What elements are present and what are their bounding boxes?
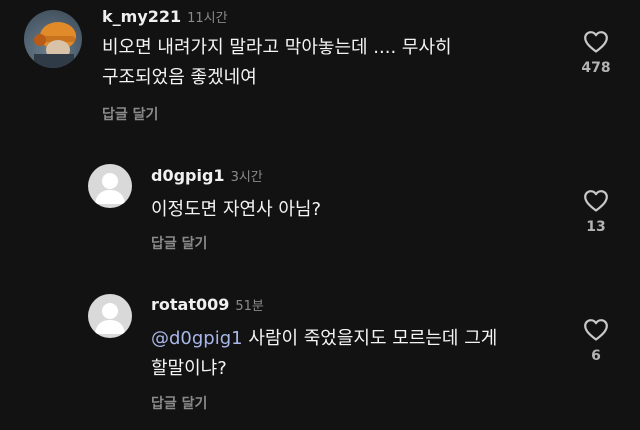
avatar[interactable] (24, 10, 82, 68)
like-button[interactable]: 13 (573, 189, 619, 235)
avatar-photo-icon (34, 22, 76, 68)
comment-text: 이정도면 자연사 아님? (151, 195, 321, 225)
heart-outline-icon (584, 190, 608, 212)
avatar[interactable] (88, 164, 132, 208)
username-text[interactable]: rotat009 (151, 295, 229, 314)
like-button[interactable]: 6 (573, 318, 619, 364)
mention-link[interactable]: @d0gpig1 (151, 328, 243, 349)
like-count: 13 (586, 219, 606, 235)
comment-time: 3시간 (230, 170, 263, 185)
comment-text: 비오면 내려가지 말라고 막아놓는데 .... 무사히 구조되었음 좋겠네여 (102, 33, 452, 93)
comment-username[interactable]: rotat009 51분 (151, 295, 264, 314)
username-text[interactable]: k_my221 (102, 7, 181, 26)
person-silhouette-icon (95, 303, 125, 334)
like-count: 478 (581, 60, 611, 76)
comment-text-segment: 사람이 죽었을지도 모르는데 그게 (242, 328, 498, 349)
comment-time: 51분 (235, 299, 264, 314)
person-silhouette-icon (95, 173, 125, 204)
comment-time: 11시간 (187, 11, 228, 26)
comment-text-line: 비오면 내려가지 말라고 막아놓는데 .... 무사히 (102, 37, 452, 58)
comment-text: @d0gpig1 사람이 죽었을지도 모르는데 그게 할말이냐? (151, 324, 497, 384)
like-button[interactable]: 478 (573, 30, 619, 76)
like-count: 6 (591, 348, 601, 364)
comment-text-line: 구조되었음 좋겠네여 (102, 67, 257, 88)
heart-outline-icon (584, 319, 608, 341)
avatar[interactable] (88, 294, 132, 338)
comment-text-line: 할말이냐? (151, 358, 227, 379)
comments-screen: k_my221 11시간 비오면 내려가지 말라고 막아놓는데 .... 무사히 … (0, 0, 640, 430)
comment-username[interactable]: k_my221 11시간 (102, 7, 228, 26)
heart-outline-icon (584, 31, 608, 53)
reply-button[interactable]: 답글 달기 (151, 393, 207, 413)
username-text[interactable]: d0gpig1 (151, 166, 225, 185)
comment-text-line: 이정도면 자연사 아님? (151, 199, 322, 220)
reply-button[interactable]: 답글 달기 (151, 233, 207, 253)
reply-button[interactable]: 답글 달기 (102, 104, 158, 124)
comment-username[interactable]: d0gpig1 3시간 (151, 166, 263, 185)
comment-text-line: @d0gpig1 사람이 죽었을지도 모르는데 그게 (151, 324, 497, 354)
